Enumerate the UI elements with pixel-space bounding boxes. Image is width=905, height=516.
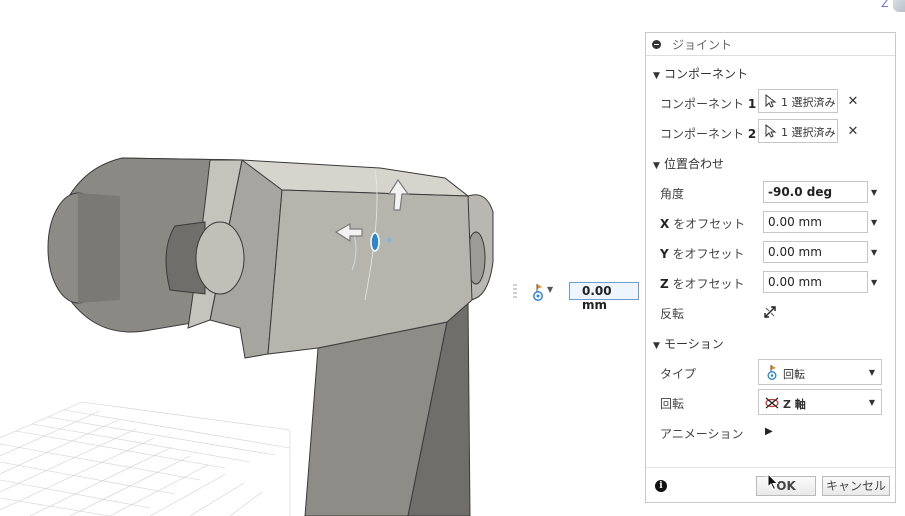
motion-type-value: 回転 [783, 368, 805, 381]
footer-divider [646, 467, 895, 468]
chevron-down-icon[interactable]: ▼ [547, 285, 553, 294]
y-offset-label: Y をオフセット [660, 245, 745, 262]
info-icon[interactable]: i [655, 480, 667, 492]
view-cube[interactable]: Z [879, 0, 905, 12]
y-offset-input[interactable]: 0.00 mm [763, 241, 868, 263]
section-title: 位置合わせ [664, 157, 725, 171]
chevron-down-icon: ▼ [868, 368, 875, 377]
distance-value-input[interactable]: 0.00 mm [569, 282, 639, 312]
angle-input[interactable]: -90.0 deg [763, 181, 868, 203]
label-number: 1 [747, 97, 757, 111]
z-offset-input[interactable]: 0.00 mm [763, 271, 868, 293]
revolute-icon [767, 365, 777, 380]
cancel-button[interactable]: キャンセル [822, 476, 890, 496]
joint-dialog: ジョイント ▼ コンポーネント コンポーネント 1 1 選択済み ✕ コンポーネン… [645, 32, 896, 503]
dialog-title-bar[interactable]: ジョイント [646, 33, 895, 56]
angle-value: -90.0 deg [768, 185, 833, 199]
x-offset-input[interactable]: 0.00 mm [763, 211, 868, 233]
play-icon[interactable]: ▶ [765, 426, 773, 437]
chevron-down-icon[interactable]: ▼ [871, 218, 877, 227]
robot-arm-model[interactable] [47, 157, 494, 516]
z-offset-label: Z をオフセット [660, 275, 745, 292]
chevron-down-icon[interactable]: ▼ [871, 278, 877, 287]
drag-grip[interactable] [513, 284, 517, 300]
triangle-down-icon: ▼ [653, 161, 660, 171]
flip-label: 反転 [660, 307, 685, 321]
motion-type-dropdown[interactable]: 回転 ▼ [758, 359, 882, 385]
rotation-handle[interactable] [370, 232, 380, 252]
animation-label: アニメーション [660, 427, 744, 441]
z-axis-label: Z [881, 0, 889, 10]
section-title: モーション [664, 337, 724, 351]
label-text: コンポーネント [660, 97, 745, 111]
section-header-alignment[interactable]: ▼ 位置合わせ [653, 155, 724, 172]
floating-value-input: ▼ 0.00 mm ▼ [513, 282, 654, 312]
selection-count: 1 選択済み [781, 96, 836, 109]
x-offset-label: X をオフセット [660, 215, 745, 232]
flip-icon[interactable] [763, 305, 777, 319]
axis-letter: X [660, 217, 670, 231]
angle-label: 角度 [660, 187, 685, 201]
collapse-icon[interactable] [652, 40, 661, 49]
ground-grid [0, 401, 291, 516]
clear-component1-button[interactable]: ✕ [846, 95, 860, 109]
select-cursor-icon [765, 124, 777, 138]
component2-select-button[interactable]: 1 選択済み [758, 119, 838, 143]
chevron-down-icon[interactable]: ▼ [871, 248, 877, 257]
section-header-component[interactable]: ▼ コンポーネント [653, 65, 748, 82]
label-text: をオフセット [673, 217, 746, 231]
rotation-label: 回転 [660, 397, 685, 411]
label-text: をオフセット [672, 277, 745, 291]
rotation-axis-dropdown[interactable]: Z 軸 ▼ [758, 389, 882, 415]
origin-point[interactable] [386, 237, 392, 243]
triangle-down-icon: ▼ [653, 71, 660, 81]
component1-label: コンポーネント 1 [660, 95, 756, 112]
axis-icon [765, 397, 779, 409]
chevron-down-icon: ▼ [868, 398, 875, 407]
label-text: コンポーネント [660, 127, 745, 141]
chevron-down-icon[interactable]: ▼ [871, 188, 877, 197]
joint-drive-icon[interactable] [531, 283, 545, 301]
view-cube-corner[interactable] [893, 0, 905, 12]
axis-letter: Y [660, 247, 669, 261]
selection-count: 1 選択済み [781, 126, 836, 139]
label-text: をオフセット [672, 247, 745, 261]
ok-button[interactable]: OK [756, 476, 816, 496]
component1-select-button[interactable]: 1 選択済み [758, 89, 838, 113]
type-label: タイプ [660, 367, 697, 381]
section-header-motion[interactable]: ▼ モーション [653, 335, 724, 352]
select-cursor-icon [765, 94, 777, 108]
component2-label: コンポーネント 2 [660, 125, 756, 142]
dialog-title: ジョイント [672, 38, 733, 52]
rotation-axis-value: Z 軸 [783, 398, 806, 411]
label-number: 2 [747, 127, 757, 141]
triangle-down-icon: ▼ [653, 341, 660, 351]
mouse-pointer-icon [767, 473, 779, 491]
axis-letter: Z [660, 277, 669, 291]
clear-component2-button[interactable]: ✕ [846, 125, 860, 139]
section-title: コンポーネント [664, 67, 749, 81]
